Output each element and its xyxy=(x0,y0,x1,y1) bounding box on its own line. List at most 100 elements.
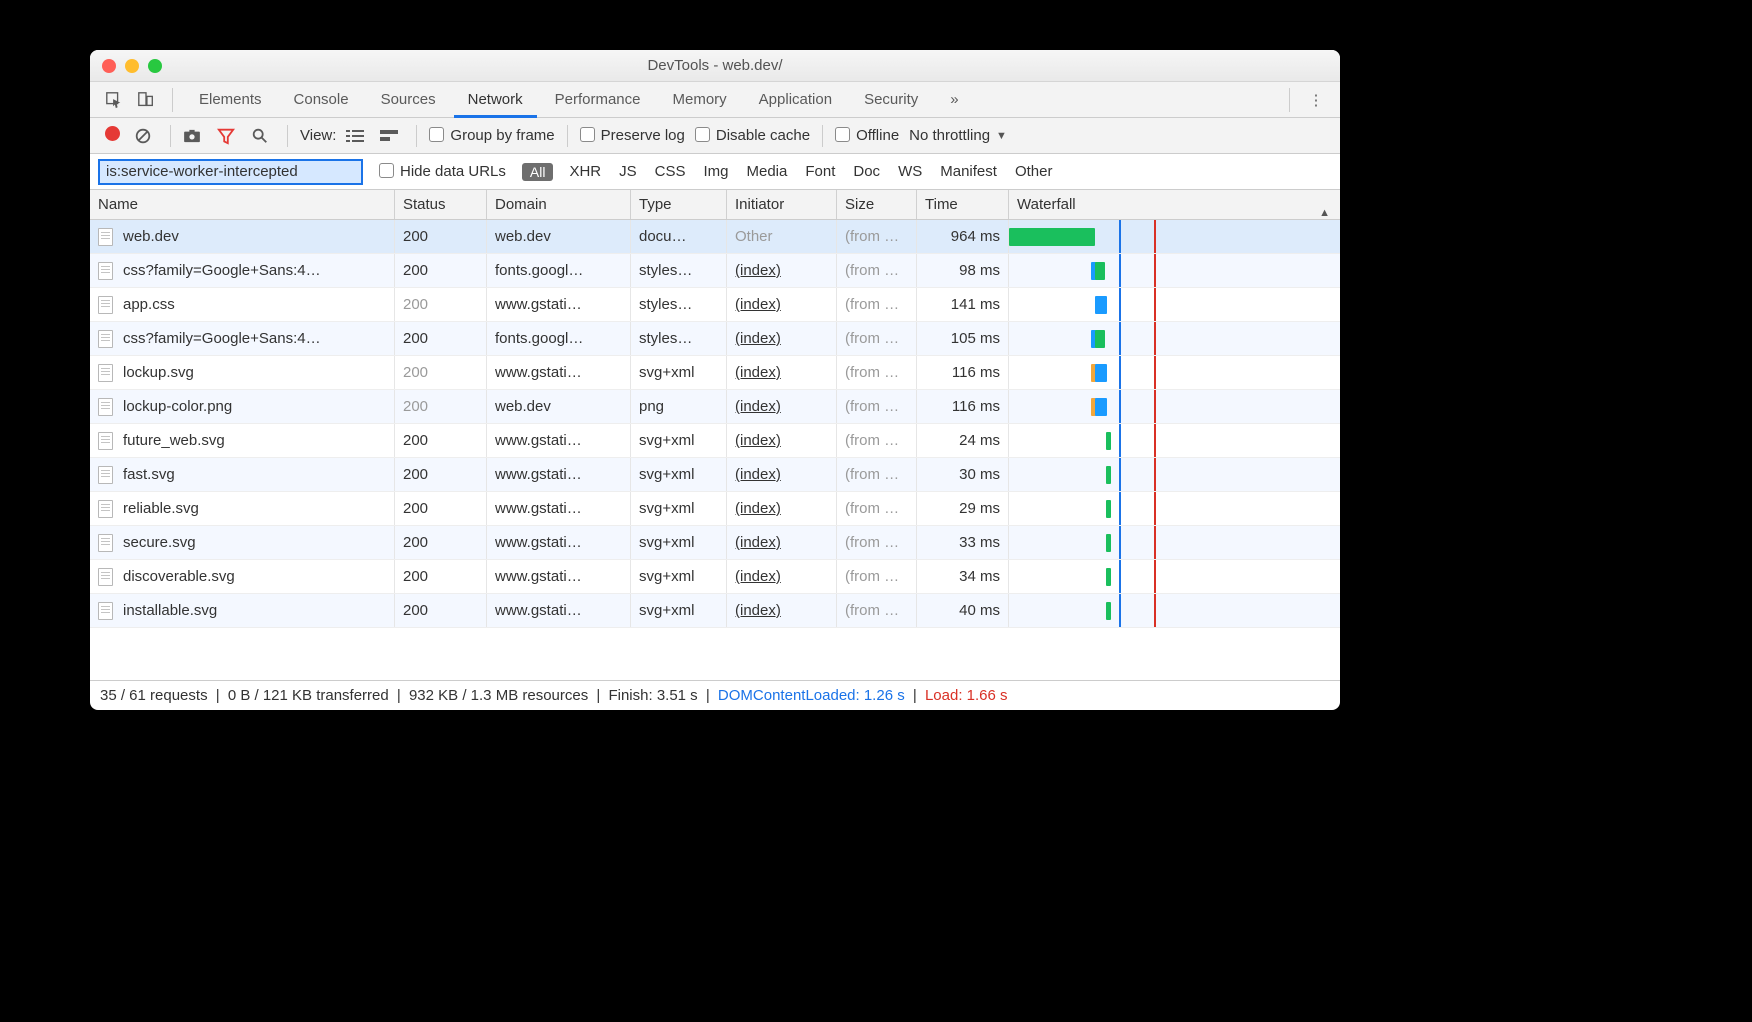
table-row[interactable]: fast.svg200www.gstati…svg+xml(index)(fro… xyxy=(90,458,1340,492)
initiator-link[interactable]: (index) xyxy=(735,602,781,619)
group-by-frame-checkbox[interactable]: Group by frame xyxy=(429,127,554,144)
panel-tabs: ElementsConsoleSourcesNetworkPerformance… xyxy=(90,82,1340,118)
cell-size: (from … xyxy=(837,492,917,525)
device-icon[interactable] xyxy=(132,91,160,109)
cell-waterfall xyxy=(1009,492,1340,525)
table-row[interactable]: installable.svg200www.gstati…svg+xml(ind… xyxy=(90,594,1340,628)
cell-time: 24 ms xyxy=(917,424,1009,457)
filter-type-js[interactable]: JS xyxy=(619,163,637,180)
initiator-link[interactable]: (index) xyxy=(735,432,781,449)
cell-name: lockup.svg xyxy=(90,356,395,389)
tab-memory[interactable]: Memory xyxy=(659,82,741,118)
cell-time: 34 ms xyxy=(917,560,1009,593)
offline-checkbox[interactable]: Offline xyxy=(835,127,899,144)
cell-name: discoverable.svg xyxy=(90,560,395,593)
filter-type-img[interactable]: Img xyxy=(703,163,728,180)
cell-type: svg+xml xyxy=(631,594,727,627)
initiator-link[interactable]: (index) xyxy=(735,500,781,517)
cell-domain: www.gstati… xyxy=(487,526,631,559)
initiator-link[interactable]: (index) xyxy=(735,262,781,279)
col-domain[interactable]: Domain xyxy=(487,190,631,219)
col-time[interactable]: Time xyxy=(917,190,1009,219)
tab-sources[interactable]: Sources xyxy=(367,82,450,118)
initiator-link[interactable]: (index) xyxy=(735,330,781,347)
table-row[interactable]: web.dev200web.devdocu…Other(from …964 ms xyxy=(90,220,1340,254)
throttling-select[interactable]: No throttling▼ xyxy=(909,127,1007,144)
cell-initiator: (index) xyxy=(727,492,837,525)
table-row[interactable]: lockup.svg200www.gstati…svg+xml(index)(f… xyxy=(90,356,1340,390)
col-type[interactable]: Type xyxy=(631,190,727,219)
hide-data-urls-label: Hide data URLs xyxy=(400,163,506,180)
initiator-link[interactable]: (index) xyxy=(735,466,781,483)
col-size[interactable]: Size xyxy=(837,190,917,219)
cell-name: css?family=Google+Sans:4… xyxy=(90,254,395,287)
more-tabs-icon[interactable]: » xyxy=(936,82,972,118)
cell-type: docu… xyxy=(631,220,727,253)
table-row[interactable]: css?family=Google+Sans:4…200fonts.googl…… xyxy=(90,322,1340,356)
cell-initiator: (index) xyxy=(727,356,837,389)
large-rows-icon[interactable] xyxy=(346,129,370,143)
filter-input[interactable] xyxy=(98,159,363,185)
table-row[interactable]: reliable.svg200www.gstati…svg+xml(index)… xyxy=(90,492,1340,526)
table-row[interactable]: app.css200www.gstati…styles…(index)(from… xyxy=(90,288,1340,322)
file-icon xyxy=(98,602,113,620)
initiator-link[interactable]: (index) xyxy=(735,534,781,551)
preserve-log-checkbox[interactable]: Preserve log xyxy=(580,127,685,144)
table-row[interactable]: css?family=Google+Sans:4…200fonts.googl…… xyxy=(90,254,1340,288)
initiator-link[interactable]: (index) xyxy=(735,398,781,415)
tab-application[interactable]: Application xyxy=(745,82,846,118)
table-row[interactable]: lockup-color.png200web.devpng(index)(fro… xyxy=(90,390,1340,424)
cell-initiator: (index) xyxy=(727,390,837,423)
cell-time: 964 ms xyxy=(917,220,1009,253)
initiator-link[interactable]: (index) xyxy=(735,568,781,585)
cell-status: 200 xyxy=(395,560,487,593)
filter-type-xhr[interactable]: XHR xyxy=(569,163,601,180)
filter-type-font[interactable]: Font xyxy=(805,163,835,180)
inspect-icon[interactable] xyxy=(100,91,128,109)
cell-size: (from … xyxy=(837,288,917,321)
initiator-link[interactable]: (index) xyxy=(735,364,781,381)
record-icon[interactable] xyxy=(100,126,124,146)
cell-size: (from … xyxy=(837,390,917,423)
table-row[interactable]: future_web.svg200www.gstati…svg+xml(inde… xyxy=(90,424,1340,458)
kebab-icon[interactable]: ⋮ xyxy=(1302,91,1330,109)
filter-type-manifest[interactable]: Manifest xyxy=(940,163,997,180)
tab-security[interactable]: Security xyxy=(850,82,932,118)
status-resources: 932 KB / 1.3 MB resources xyxy=(409,687,588,704)
col-initiator[interactable]: Initiator xyxy=(727,190,837,219)
separator xyxy=(287,125,288,147)
cell-initiator: (index) xyxy=(727,458,837,491)
filter-icon[interactable] xyxy=(217,127,241,145)
col-name[interactable]: Name xyxy=(90,190,395,219)
tab-performance[interactable]: Performance xyxy=(541,82,655,118)
filter-type-other[interactable]: Other xyxy=(1015,163,1053,180)
cell-domain: www.gstati… xyxy=(487,594,631,627)
filter-type-ws[interactable]: WS xyxy=(898,163,922,180)
tab-network[interactable]: Network xyxy=(454,82,537,118)
cell-type: svg+xml xyxy=(631,458,727,491)
table-row[interactable]: discoverable.svg200www.gstati…svg+xml(in… xyxy=(90,560,1340,594)
tab-elements[interactable]: Elements xyxy=(185,82,276,118)
clear-icon[interactable] xyxy=(134,127,158,145)
col-waterfall[interactable]: Waterfall▲ xyxy=(1009,190,1340,219)
cell-waterfall xyxy=(1009,458,1340,491)
tab-console[interactable]: Console xyxy=(280,82,363,118)
search-icon[interactable] xyxy=(251,127,275,145)
filter-all-pill[interactable]: All xyxy=(522,163,554,181)
filter-type-media[interactable]: Media xyxy=(747,163,788,180)
cell-waterfall xyxy=(1009,254,1340,287)
disable-cache-checkbox[interactable]: Disable cache xyxy=(695,127,810,144)
separator xyxy=(822,125,823,147)
table-row[interactable]: secure.svg200www.gstati…svg+xml(index)(f… xyxy=(90,526,1340,560)
screenshot-icon[interactable] xyxy=(183,129,207,143)
preserve-log-label: Preserve log xyxy=(601,127,685,144)
cell-name: future_web.svg xyxy=(90,424,395,457)
filter-type-css[interactable]: CSS xyxy=(655,163,686,180)
hide-data-urls-checkbox[interactable]: Hide data URLs xyxy=(379,163,506,180)
overview-icon[interactable] xyxy=(380,129,404,143)
col-status[interactable]: Status xyxy=(395,190,487,219)
filter-type-doc[interactable]: Doc xyxy=(853,163,880,180)
initiator-link[interactable]: (index) xyxy=(735,296,781,313)
cell-domain: www.gstati… xyxy=(487,288,631,321)
cell-initiator: (index) xyxy=(727,254,837,287)
